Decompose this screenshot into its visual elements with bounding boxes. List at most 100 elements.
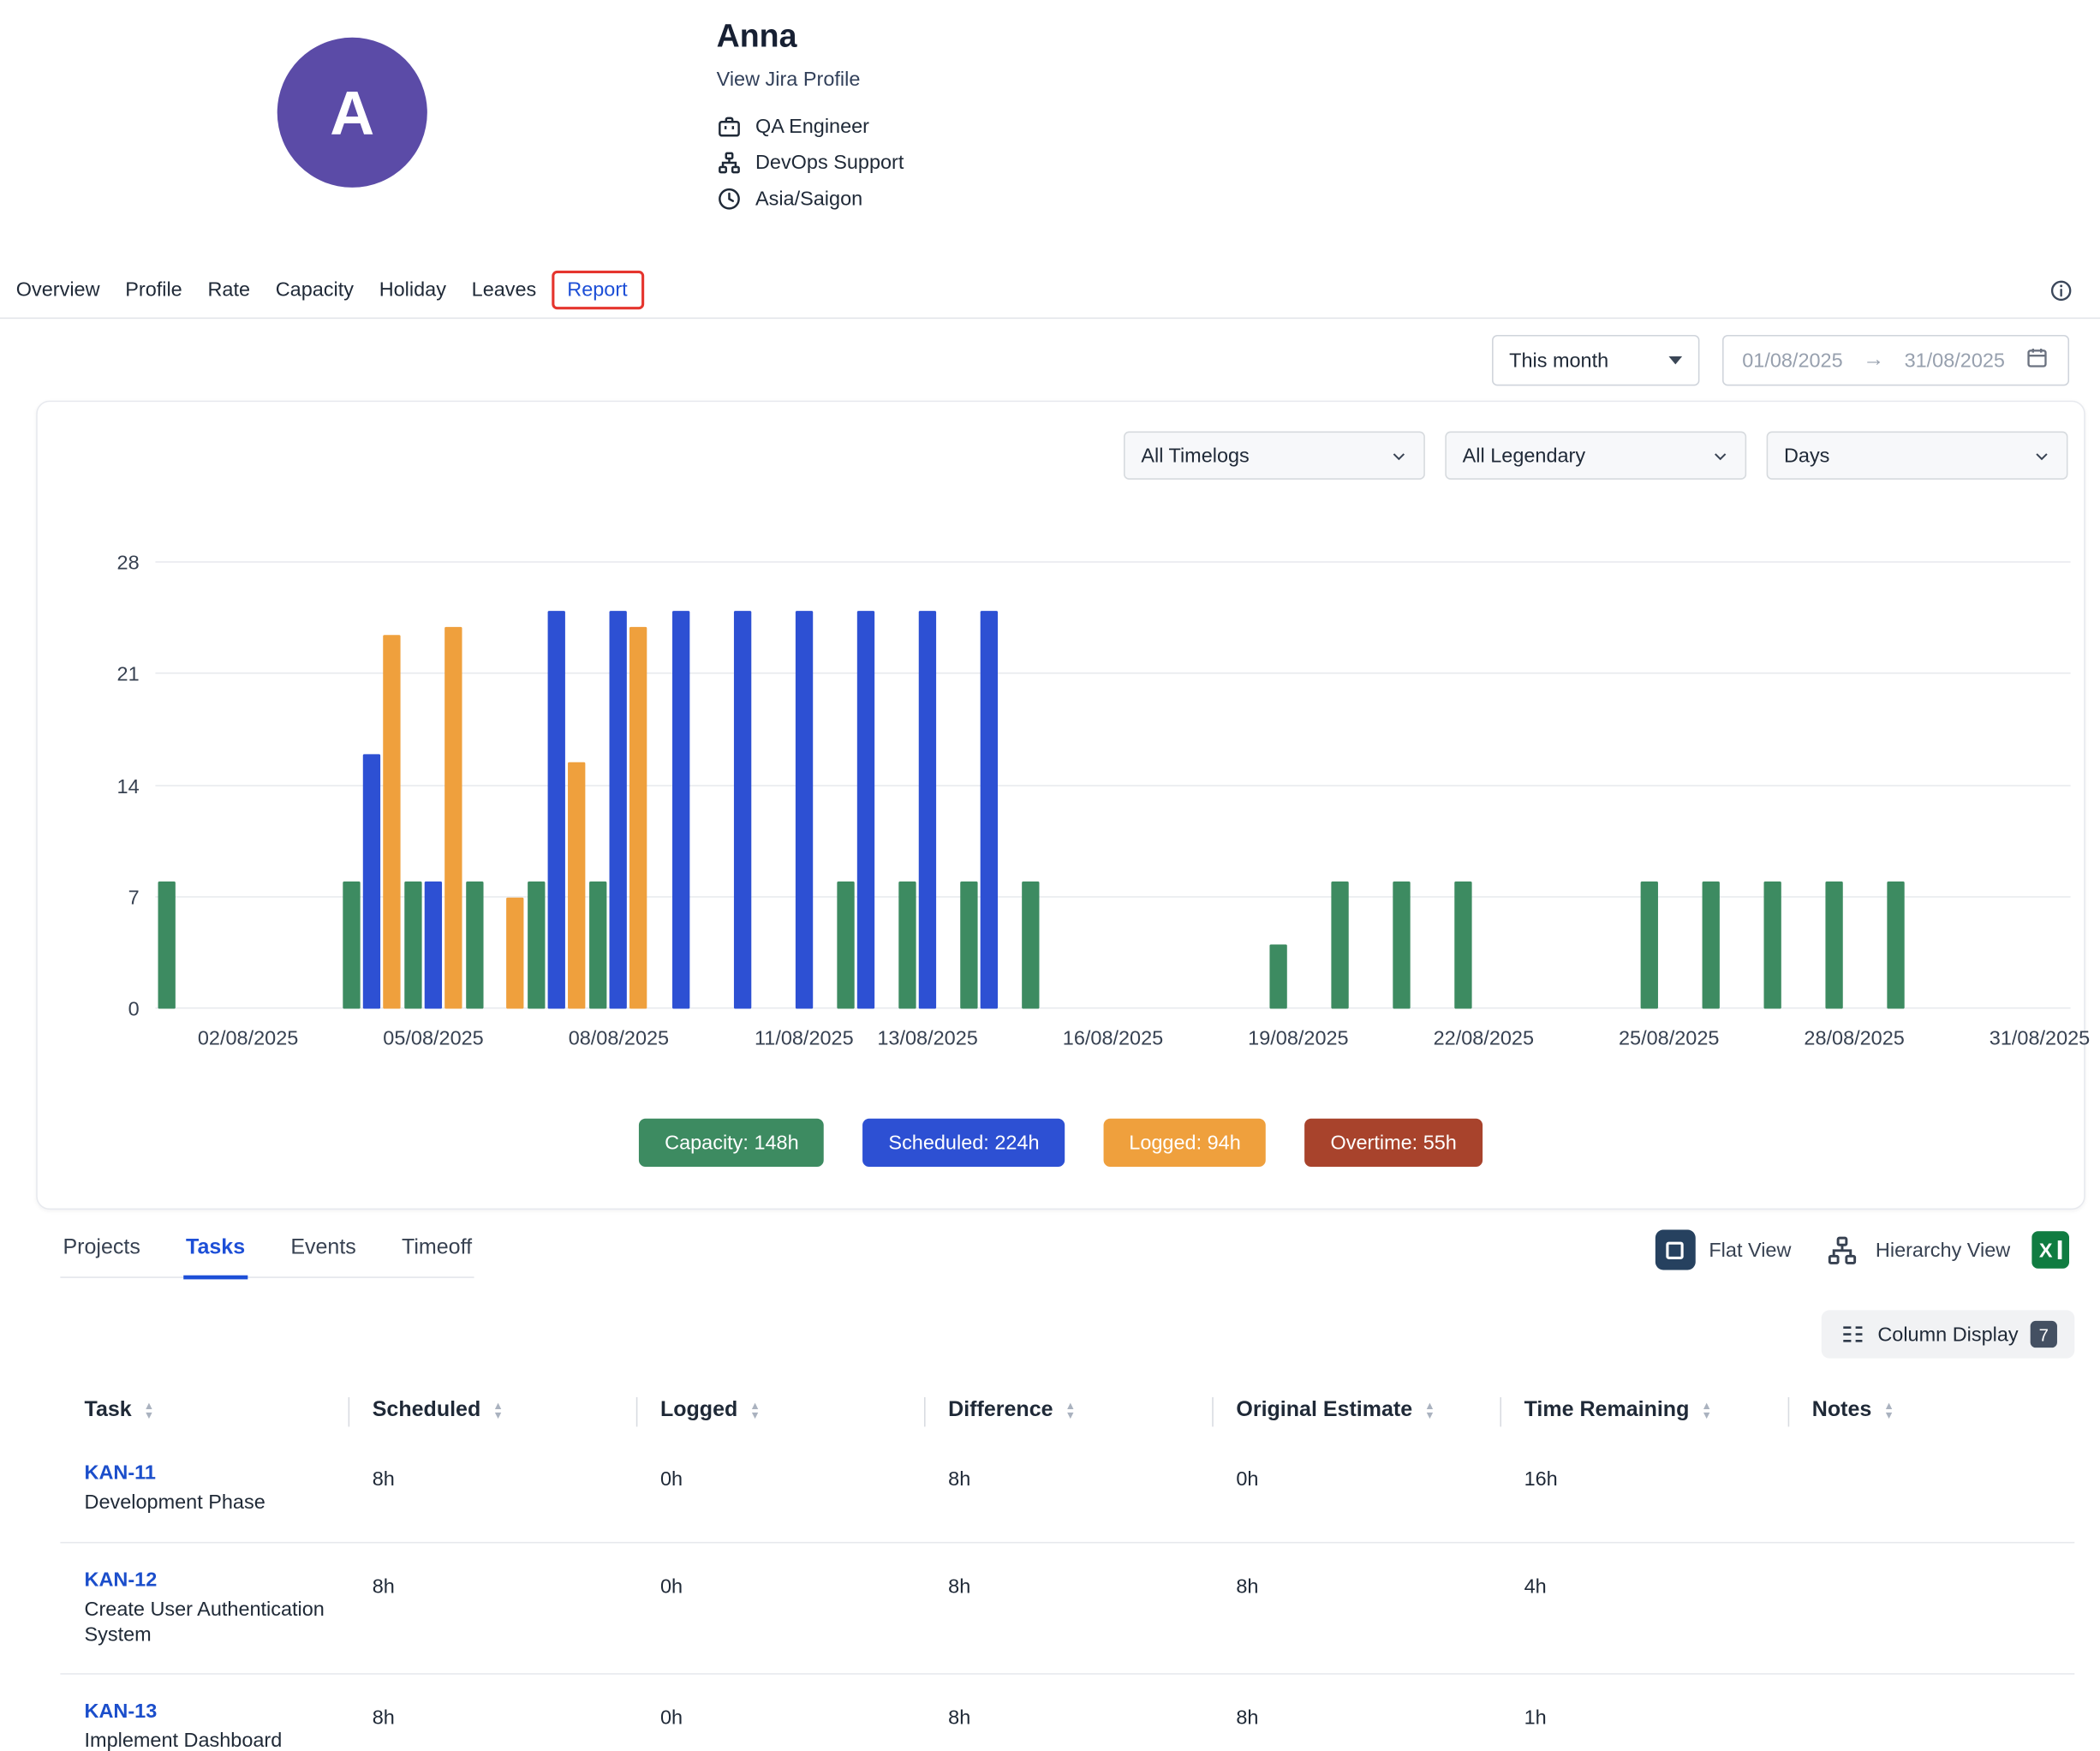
hierarchy-view-label[interactable]: Hierarchy View: [1876, 1239, 2010, 1262]
period-value: This month: [1509, 349, 1608, 372]
task-table: Task▲▼Scheduled▲▼Logged▲▼Difference▲▼Ori…: [60, 1385, 2074, 1751]
flat-view-label[interactable]: Flat View: [1709, 1239, 1791, 1262]
view-controls: Flat View Hierarchy View X: [1656, 1230, 2069, 1281]
column-display-row: Column Display 7: [0, 1310, 2100, 1358]
column-header-difference[interactable]: Difference ▲▼: [924, 1385, 1212, 1436]
task-summary: Create User Authentication System: [85, 1598, 325, 1648]
role-label: QA Engineer: [755, 115, 869, 138]
sort-icon[interactable]: ▲▼: [144, 1401, 154, 1419]
nav-item-holiday[interactable]: Holiday: [379, 278, 446, 302]
date-range-picker[interactable]: 01/08/2025 → 31/08/2025: [1722, 335, 2069, 385]
cell-difference: 8h: [924, 1543, 1212, 1673]
timezone-label: Asia/Saigon: [755, 188, 862, 211]
cell-notes: [1788, 1436, 2076, 1541]
cell-scheduled: 8h: [349, 1543, 636, 1673]
granularity-select[interactable]: Days: [1767, 432, 2068, 480]
period-select[interactable]: This month: [1492, 335, 1699, 385]
info-icon[interactable]: [2049, 278, 2073, 302]
nav-item-capacity[interactable]: Capacity: [276, 278, 354, 302]
cell-time-remaining: 4h: [1500, 1543, 1787, 1673]
legend-scheduled-button[interactable]: Scheduled: 224h: [863, 1119, 1065, 1167]
legend-overtime-button[interactable]: Overtime: 55h: [1305, 1119, 1483, 1167]
sort-icon[interactable]: ▲▼: [1701, 1401, 1711, 1419]
x-axis-label-day2: 02/08/2025: [198, 1027, 298, 1050]
arrow-right-icon: →: [1863, 349, 1884, 373]
detail-tabs: Projects Tasks Events Timeoff: [60, 1233, 474, 1277]
column-header-label: Task: [85, 1399, 132, 1423]
report-page: A Anna View Jira Profile QA Engineer: [0, 0, 2100, 1751]
x-axis-label-day16: 16/08/2025: [1063, 1027, 1163, 1050]
task-cell: KAN-11Development Phase: [60, 1436, 348, 1541]
calendar-icon[interactable]: [2025, 345, 2049, 374]
sort-icon[interactable]: ▲▼: [1883, 1401, 1894, 1419]
column-display-button[interactable]: Column Display 7: [1822, 1310, 2075, 1358]
nav-tabs: Overview Profile Rate Capacity Holiday Leaves…: [16, 271, 633, 309]
bar-capacity-day29: [1888, 881, 1905, 1009]
task-link[interactable]: KAN-12: [85, 1569, 335, 1592]
column-header-scheduled[interactable]: Scheduled▲▼: [349, 1385, 636, 1436]
cell-time-remaining: 16h: [1500, 1436, 1787, 1541]
chart-filter-bar: All Timelogs All Legendary Days: [54, 432, 2068, 480]
column-header-logged[interactable]: Logged▲▼: [636, 1385, 924, 1436]
table-row-kan-13: KAN-13Implement Dashboard8h0h8h8h1h: [60, 1675, 2074, 1751]
tab-tasks[interactable]: Tasks: [183, 1233, 248, 1278]
column-header-label: Difference: [948, 1399, 1053, 1423]
column-count-badge: 7: [2031, 1321, 2057, 1348]
tab-timeoff[interactable]: Timeoff: [399, 1233, 474, 1278]
task-summary: Implement Dashboard: [85, 1730, 325, 1751]
sort-icon[interactable]: ▲▼: [1065, 1401, 1076, 1419]
x-axis-label-day8: 08/08/2025: [569, 1027, 669, 1050]
view-jira-profile-link[interactable]: View Jira Profile: [717, 69, 904, 92]
table-body: KAN-11Development Phase8h0h8h0h16hKAN-12…: [60, 1436, 2074, 1751]
bar-capacity-day14: [961, 881, 978, 1009]
briefcase-icon: [717, 114, 743, 140]
legend-logged-button[interactable]: Logged: 94h: [1104, 1119, 1267, 1167]
nav-item-leaves[interactable]: Leaves: [472, 278, 537, 302]
cell-scheduled: 8h: [349, 1675, 636, 1751]
legend-row: Capacity: 148h Scheduled: 224h Logged: 94h…: [54, 1119, 2068, 1167]
nav-item-rate[interactable]: Rate: [207, 278, 250, 302]
task-link[interactable]: KAN-11: [85, 1461, 335, 1485]
chevron-down-icon: [1668, 356, 1682, 364]
column-display-label: Column Display: [1877, 1323, 2018, 1346]
sitemap-icon: [717, 150, 743, 176]
column-header-time-remaining[interactable]: Time Remaining▲▼: [1500, 1385, 1787, 1436]
timelogs-select[interactable]: All Timelogs: [1124, 432, 1425, 480]
hierarchy-view-icon[interactable]: [1826, 1233, 1859, 1266]
bar-logged-day4: [383, 634, 400, 1008]
role-row: QA Engineer: [717, 114, 904, 140]
bar-scheduled-day7: [548, 611, 565, 1009]
bar-capacity-day4: [343, 881, 360, 1009]
chevron-down-icon: [1712, 447, 1729, 464]
excel-export-icon[interactable]: X: [2031, 1231, 2069, 1269]
bar-scheduled-day5: [425, 881, 442, 1009]
sort-icon[interactable]: ▲▼: [492, 1401, 503, 1419]
column-header-task[interactable]: Task ▲▼: [60, 1385, 348, 1436]
filter-bar: This month 01/08/2025 → 31/08/2025: [0, 319, 2100, 400]
date-from-input[interactable]: 01/08/2025: [1742, 349, 1842, 372]
date-to-input[interactable]: 31/08/2025: [1905, 349, 2005, 372]
bar-capacity-day5: [404, 881, 421, 1009]
bar-scheduled-day8: [610, 611, 627, 1009]
task-link[interactable]: KAN-13: [85, 1700, 335, 1724]
column-header-original-estimate[interactable]: Original Estimate▲▼: [1212, 1385, 1500, 1436]
x-axis-label-day5: 05/08/2025: [383, 1027, 483, 1050]
svg-text:X: X: [2039, 1240, 2053, 1262]
cell-original-estimate: 8h: [1212, 1675, 1500, 1751]
column-header-notes[interactable]: Notes▲▼: [1788, 1385, 2076, 1436]
bar-capacity-day19: [1269, 945, 1286, 1008]
tab-projects[interactable]: Projects: [60, 1233, 143, 1278]
nav-item-report[interactable]: Report: [567, 278, 627, 302]
sort-icon[interactable]: ▲▼: [1424, 1401, 1435, 1419]
flat-view-icon[interactable]: [1656, 1230, 1696, 1270]
legendary-value: All Legendary: [1463, 444, 1585, 467]
cell-time-remaining: 1h: [1500, 1675, 1787, 1751]
sort-icon[interactable]: ▲▼: [749, 1401, 760, 1419]
table-row-kan-12: KAN-12 Create User Authentication System 8…: [60, 1543, 2074, 1675]
legend-capacity-button[interactable]: Capacity: 148h: [639, 1119, 824, 1167]
nav-item-overview[interactable]: Overview: [16, 278, 100, 302]
bar-capacity-day20: [1331, 881, 1348, 1009]
tab-events[interactable]: Events: [288, 1233, 359, 1278]
nav-item-profile[interactable]: Profile: [125, 278, 182, 302]
legendary-select[interactable]: All Legendary: [1445, 432, 1746, 480]
